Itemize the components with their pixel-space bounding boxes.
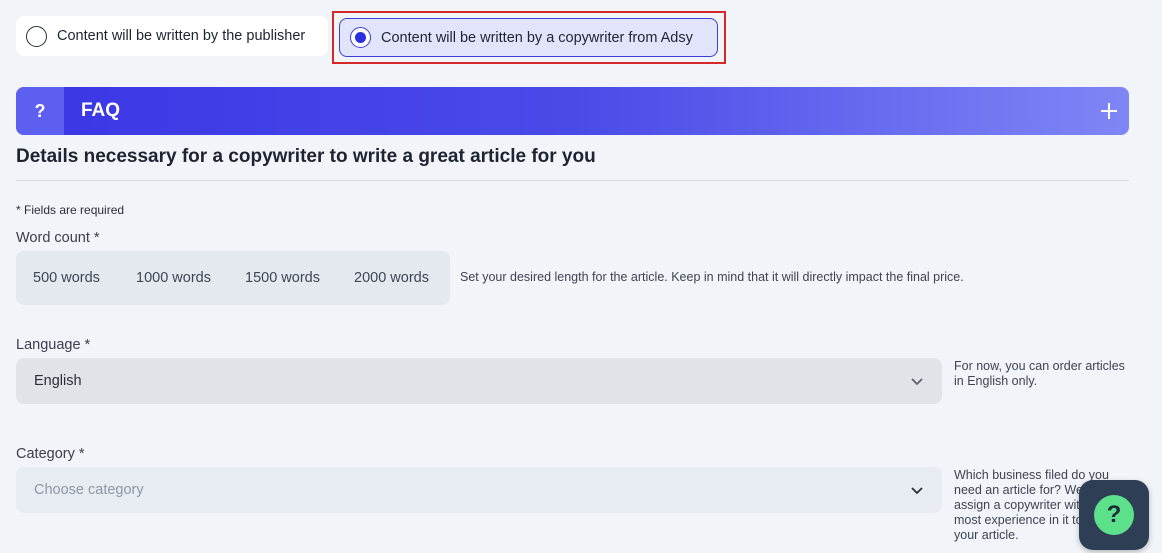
faq-accordion[interactable]: ? FAQ xyxy=(16,87,1129,135)
radio-option-publisher[interactable]: Content will be written by the publisher xyxy=(16,16,328,56)
help-chat-button[interactable]: ? xyxy=(1079,480,1149,550)
word-option-1000[interactable]: 1000 words xyxy=(136,270,211,286)
question-icon: ? xyxy=(16,87,64,135)
content-source-options: Content will be written by the publisher xyxy=(16,16,328,56)
category-placeholder: Choose category xyxy=(34,482,144,498)
language-value: English xyxy=(34,373,82,389)
word-option-500[interactable]: 500 words xyxy=(33,270,100,286)
category-select[interactable]: Choose category xyxy=(16,467,942,513)
word-count-selector: 500 words 1000 words 1500 words 2000 wor… xyxy=(16,251,450,305)
radio-label-copywriter: Content will be written by a copywriter … xyxy=(381,29,693,46)
chevron-down-icon xyxy=(911,487,923,495)
language-hint: For now, you can order articles in Engli… xyxy=(954,359,1125,389)
language-label: Language * xyxy=(16,337,91,353)
help-icon: ? xyxy=(1094,495,1134,535)
category-label: Category * xyxy=(16,446,85,462)
section-title: Details necessary for a copywriter to wr… xyxy=(16,146,596,167)
faq-title: FAQ xyxy=(81,100,121,121)
word-option-1500[interactable]: 1500 words xyxy=(245,270,320,286)
word-option-2000[interactable]: 2000 words xyxy=(354,270,429,286)
word-count-hint: Set your desired length for the article.… xyxy=(460,270,964,284)
radio-selected-icon[interactable] xyxy=(350,27,371,48)
plus-icon[interactable] xyxy=(1089,87,1129,135)
radio-label-publisher: Content will be written by the publisher xyxy=(57,28,306,44)
language-select[interactable]: English xyxy=(16,358,942,404)
language-hint-line: For now, you can order articles xyxy=(954,359,1125,373)
chevron-down-icon xyxy=(911,378,923,386)
radio-option-copywriter[interactable]: Content will be written by a copywriter … xyxy=(339,18,718,57)
divider xyxy=(16,180,1129,181)
word-count-label: Word count * xyxy=(16,230,100,246)
radio-dot-icon xyxy=(355,32,366,43)
required-note: * Fields are required xyxy=(16,203,125,217)
radio-unselected-icon[interactable] xyxy=(26,25,47,47)
language-hint-line: in English only. xyxy=(954,374,1038,388)
